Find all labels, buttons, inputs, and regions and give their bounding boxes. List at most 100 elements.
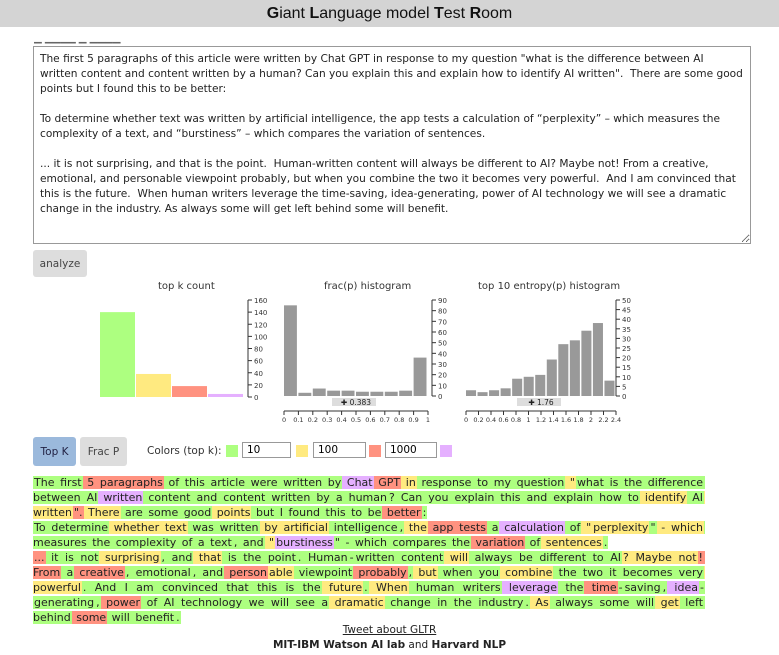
token[interactable]: two: [577, 566, 604, 579]
token[interactable]: -: [348, 551, 355, 564]
token[interactable]: industry: [472, 596, 525, 609]
token[interactable]: and: [238, 536, 265, 549]
token[interactable]: get: [655, 596, 680, 609]
token[interactable]: emotional: [130, 566, 192, 579]
text-input[interactable]: The first 5 paragraphs of this article w…: [33, 46, 751, 244]
token[interactable]: is: [59, 551, 75, 564]
token[interactable]: this: [180, 476, 206, 489]
token[interactable]: is: [222, 551, 238, 564]
token[interactable]: left: [679, 596, 705, 609]
token[interactable]: Can: [395, 491, 424, 504]
token[interactable]: ".: [72, 506, 84, 519]
token[interactable]: the: [87, 536, 112, 549]
token[interactable]: probably: [353, 566, 408, 579]
token[interactable]: saving: [623, 581, 662, 594]
token[interactable]: .: [602, 536, 609, 549]
token[interactable]: writers: [455, 581, 502, 594]
token[interactable]: how: [594, 491, 623, 504]
token[interactable]: in: [431, 596, 449, 609]
token[interactable]: time: [584, 581, 618, 594]
token[interactable]: was: [187, 521, 215, 534]
token[interactable]: you: [473, 566, 500, 579]
token[interactable]: and: [166, 551, 194, 564]
token[interactable]: ": [333, 536, 341, 549]
token[interactable]: not: [74, 551, 100, 564]
token[interactable]: question: [512, 476, 566, 489]
token[interactable]: see: [290, 596, 316, 609]
token[interactable]: compares: [387, 536, 448, 549]
token[interactable]: that: [193, 551, 223, 564]
token[interactable]: the: [237, 551, 263, 564]
token[interactable]: whether: [109, 521, 161, 534]
token[interactable]: response: [416, 476, 473, 489]
token[interactable]: Chat: [342, 476, 374, 489]
token[interactable]: be: [513, 551, 534, 564]
token[interactable]: the: [619, 476, 644, 489]
token[interactable]: explain: [449, 491, 496, 504]
token[interactable]: this: [321, 506, 347, 519]
token[interactable]: it: [603, 566, 618, 579]
token[interactable]: ,: [95, 596, 101, 609]
token[interactable]: identify: [639, 491, 688, 504]
token[interactable]: will: [630, 596, 656, 609]
token[interactable]: some: [143, 506, 180, 519]
token[interactable]: be: [363, 506, 383, 519]
token[interactable]: sentences: [541, 536, 603, 549]
token[interactable]: the: [404, 521, 428, 534]
token[interactable]: by: [259, 521, 279, 534]
token[interactable]: but: [251, 506, 276, 519]
token[interactable]: when: [437, 566, 474, 579]
token[interactable]: to: [472, 476, 490, 489]
token[interactable]: viewpoint: [293, 566, 354, 579]
token[interactable]: There: [83, 506, 121, 519]
token[interactable]: idea: [667, 581, 699, 594]
token[interactable]: of: [163, 476, 181, 489]
token[interactable]: the: [295, 581, 322, 594]
token[interactable]: my: [489, 476, 513, 489]
token[interactable]: not: [672, 551, 698, 564]
token[interactable]: text: [205, 536, 233, 549]
token[interactable]: Human: [302, 551, 349, 564]
analyze-button[interactable]: analyze: [33, 250, 87, 277]
color-threshold-3-input[interactable]: [385, 442, 437, 458]
color-threshold-2-input[interactable]: [313, 442, 366, 458]
token[interactable]: found: [284, 506, 322, 519]
token[interactable]: Maybe: [629, 551, 673, 564]
token[interactable]: convinced: [154, 581, 220, 594]
token[interactable]: of: [564, 521, 582, 534]
token[interactable]: ": [649, 521, 657, 534]
token[interactable]: content: [143, 491, 192, 504]
token[interactable]: dramatic: [329, 596, 385, 609]
token[interactable]: artificial: [278, 521, 329, 534]
token[interactable]: .: [175, 611, 181, 624]
token[interactable]: is: [278, 581, 296, 594]
token[interactable]: ": [264, 536, 276, 549]
token[interactable]: will: [107, 611, 131, 624]
token[interactable]: some: [593, 596, 631, 609]
token[interactable]: .: [363, 581, 369, 594]
token[interactable]: and: [521, 491, 549, 504]
token[interactable]: technology: [175, 596, 244, 609]
token[interactable]: GPT: [373, 476, 402, 489]
token[interactable]: you: [423, 491, 450, 504]
token[interactable]: ...: [33, 551, 46, 564]
token[interactable]: paragraphs: [95, 476, 164, 489]
token[interactable]: some: [71, 611, 108, 624]
token[interactable]: and: [191, 491, 219, 504]
token[interactable]: point: [262, 551, 297, 564]
token[interactable]: explain: [548, 491, 595, 504]
frac-p-button[interactable]: Frac P: [80, 437, 127, 466]
token[interactable]: text: [160, 521, 188, 534]
token[interactable]: written: [278, 476, 324, 489]
token[interactable]: a: [486, 521, 500, 534]
top-k-button[interactable]: Top K: [33, 437, 76, 466]
token[interactable]: human: [343, 491, 388, 504]
token[interactable]: we: [243, 596, 266, 609]
token[interactable]: human: [408, 581, 456, 594]
token[interactable]: better: [382, 506, 422, 519]
token[interactable]: the: [553, 566, 578, 579]
token[interactable]: When: [368, 581, 409, 594]
token[interactable]: power: [100, 596, 142, 609]
token[interactable]: surprising: [99, 551, 161, 564]
token[interactable]: !: [697, 551, 704, 564]
